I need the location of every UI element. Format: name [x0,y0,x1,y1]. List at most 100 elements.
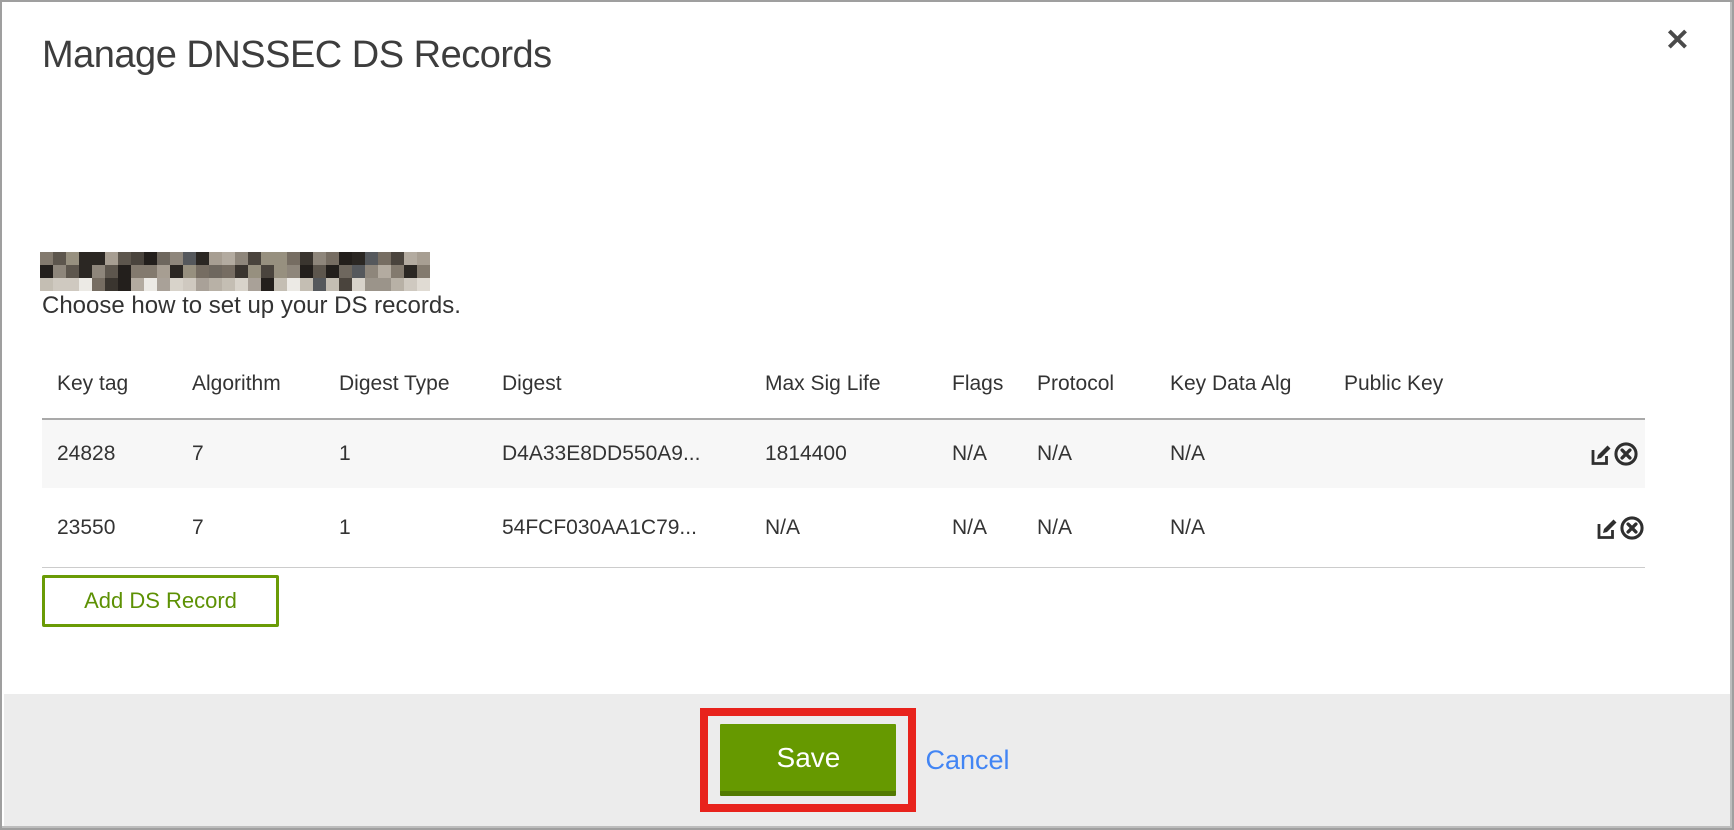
edit-icon[interactable] [1589,442,1613,466]
mosaic-cell [248,252,261,265]
mosaic-cell [118,252,131,265]
mosaic-cell [144,252,157,265]
cell-key-tag: 24828 [42,419,177,488]
add-ds-record-button[interactable]: Add DS Record [42,575,279,627]
mosaic-cell [66,252,79,265]
table-row: 23550 7 1 54FCF030AA1C79... N/A N/A N/A … [42,488,1645,568]
cell-public-key [1329,488,1525,568]
table-header-row: Key tag Algorithm Digest Type Digest Max… [42,342,1645,419]
mosaic-cell [79,252,92,265]
save-button[interactable]: Save [720,724,896,796]
mosaic-cell [378,252,391,265]
footer-button-group: Save Cancel [700,708,1009,812]
mosaic-cell [40,278,53,291]
mosaic-cell [53,252,66,265]
mosaic-cell [222,265,235,278]
cell-algorithm: 7 [177,419,324,488]
mosaic-cell [157,252,170,265]
mosaic-cell [131,252,144,265]
mosaic-cell [92,265,105,278]
mosaic-cell [235,265,248,278]
mosaic-cell [209,278,222,291]
mosaic-cell [92,252,105,265]
mosaic-cell [378,278,391,291]
col-header-max-sig-life: Max Sig Life [750,342,937,419]
mosaic-cell [170,252,183,265]
delete-x-icon[interactable] [1613,441,1639,467]
mosaic-cell [209,265,222,278]
mosaic-cell [261,278,274,291]
mosaic-cell [339,252,352,265]
col-header-protocol: Protocol [1022,342,1155,419]
mosaic-cell [131,278,144,291]
mosaic-cell [391,278,404,291]
mosaic-cell [300,252,313,265]
mosaic-cell [417,278,430,291]
delete-x-icon[interactable] [1619,515,1645,541]
cell-digest: D4A33E8DD550A9... [487,419,750,488]
close-icon[interactable]: ✕ [1665,26,1690,56]
annotation-highlight-box: Save [700,708,916,812]
mosaic-cell [274,278,287,291]
mosaic-cell [157,278,170,291]
mosaic-cell [40,265,53,278]
mosaic-cell [170,265,183,278]
cell-max-sig-life: 1814400 [750,419,937,488]
col-header-key-data-alg: Key Data Alg [1155,342,1329,419]
cell-key-data-alg: N/A [1155,488,1329,568]
mosaic-cell [79,265,92,278]
mosaic-cell [144,278,157,291]
mosaic-cell [274,252,287,265]
mosaic-cell [391,252,404,265]
col-header-public-key: Public Key [1329,342,1525,419]
cell-protocol: N/A [1022,488,1155,568]
mosaic-cell [339,278,352,291]
mosaic-cell [300,278,313,291]
mosaic-cell [313,265,326,278]
mosaic-cell [170,278,183,291]
mosaic-cell [287,265,300,278]
mosaic-cell [196,265,209,278]
row-actions [1525,488,1645,568]
cell-digest-type: 1 [324,488,487,568]
mosaic-cell [378,265,391,278]
table-row: 24828 7 1 D4A33E8DD550A9... 1814400 N/A … [42,419,1645,488]
mosaic-cell [417,252,430,265]
mosaic-cell [404,265,417,278]
mosaic-cell [209,252,222,265]
mosaic-cell [404,252,417,265]
mosaic-cell [248,278,261,291]
edit-icon[interactable] [1595,516,1619,540]
redacted-domain-name [40,252,430,291]
cell-public-key [1329,419,1525,488]
mosaic-cell [352,265,365,278]
dialog-title: Manage DNSSEC DS Records [42,34,552,77]
col-header-digest-type: Digest Type [324,342,487,419]
col-header-key-tag: Key tag [42,342,177,419]
mosaic-cell [118,278,131,291]
cancel-link[interactable]: Cancel [925,745,1009,776]
cell-flags: N/A [937,488,1022,568]
mosaic-cell [261,252,274,265]
mosaic-cell [144,265,157,278]
mosaic-cell [274,265,287,278]
cell-key-data-alg: N/A [1155,419,1329,488]
mosaic-cell [105,278,118,291]
mosaic-cell [287,278,300,291]
mosaic-cell [92,278,105,291]
cell-key-tag: 23550 [42,488,177,568]
col-header-actions [1525,342,1645,419]
cell-flags: N/A [937,419,1022,488]
cell-max-sig-life: N/A [750,488,937,568]
mosaic-cell [131,265,144,278]
mosaic-cell [352,278,365,291]
col-header-digest: Digest [487,342,750,419]
cell-digest: 54FCF030AA1C79... [487,488,750,568]
mosaic-cell [365,278,378,291]
mosaic-cell [40,252,53,265]
mosaic-cell [365,265,378,278]
mosaic-cell [313,252,326,265]
col-header-algorithm: Algorithm [177,342,324,419]
mosaic-cell [300,265,313,278]
mosaic-cell [365,252,378,265]
